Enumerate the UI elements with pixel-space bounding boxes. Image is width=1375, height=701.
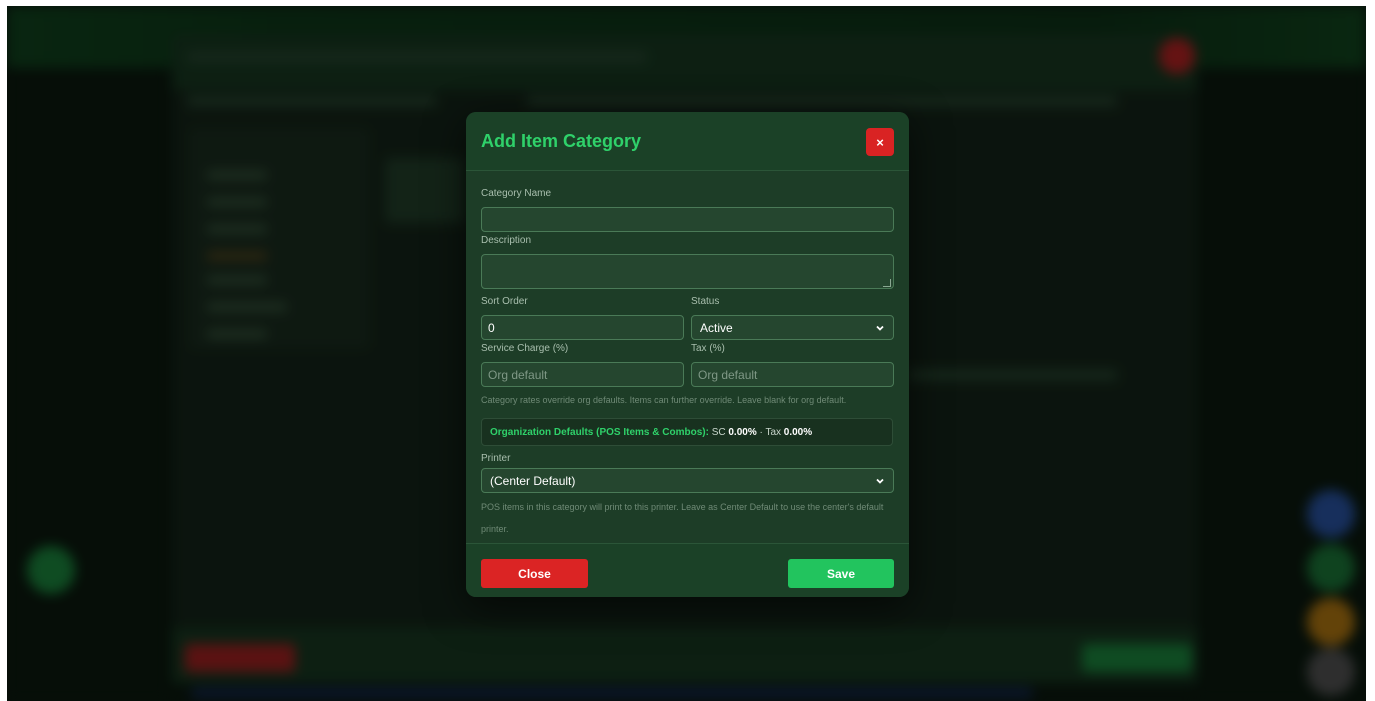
save-button[interactable]: Save xyxy=(788,559,894,588)
modal-title: Add Item Category xyxy=(481,131,642,151)
close-icon: × xyxy=(876,134,884,150)
service-charge-input[interactable] xyxy=(481,362,684,387)
close-button[interactable]: Close xyxy=(481,559,588,588)
sort-order-input[interactable] xyxy=(481,315,684,340)
printer-help-line1: POS items in this category will print to… xyxy=(481,502,884,512)
printer-select[interactable]: (Center Default) xyxy=(481,468,894,493)
resize-grip-icon[interactable] xyxy=(883,279,891,287)
status-select[interactable]: Active xyxy=(691,315,894,340)
description-textarea[interactable] xyxy=(481,254,894,289)
rates-help-text: Category rates override org defaults. It… xyxy=(481,395,847,405)
add-item-category-modal: Add Item Category × Category Name Descri… xyxy=(466,112,909,597)
tax-value: 0.00% xyxy=(783,426,813,438)
category-name-input[interactable] xyxy=(481,207,894,232)
tax-input[interactable] xyxy=(691,362,894,387)
modal-footer: Close Save xyxy=(466,543,909,597)
modal-header: Add Item Category × xyxy=(466,112,909,171)
sort-order-label: Sort Order xyxy=(481,296,528,307)
status-label: Status xyxy=(691,296,720,307)
printer-label: Printer xyxy=(481,453,511,464)
description-label: Description xyxy=(481,235,532,246)
sc-label: SC xyxy=(708,426,729,438)
printer-help-line2: printer. xyxy=(481,524,509,534)
service-charge-label: Service Charge (%) xyxy=(481,343,569,354)
org-defaults-box: Organization Defaults (POS Items & Combo… xyxy=(481,418,893,446)
org-defaults-heading: Organization Defaults (POS Items & Combo… xyxy=(490,426,709,438)
printer-selected-value: (Center Default) xyxy=(490,473,576,488)
app-viewport: Add Item Category × Category Name Descri… xyxy=(7,6,1366,701)
status-selected-value: Active xyxy=(700,320,733,335)
modal-body: Category Name Description Sort Order Sta… xyxy=(466,171,909,543)
chevron-down-icon xyxy=(876,325,884,331)
chevron-down-icon xyxy=(876,478,884,484)
tax-separator: · Tax xyxy=(756,426,784,438)
close-icon-button[interactable]: × xyxy=(866,128,894,156)
category-name-label: Category Name xyxy=(481,188,552,199)
sc-value: 0.00% xyxy=(728,426,757,438)
tax-label: Tax (%) xyxy=(691,343,725,354)
